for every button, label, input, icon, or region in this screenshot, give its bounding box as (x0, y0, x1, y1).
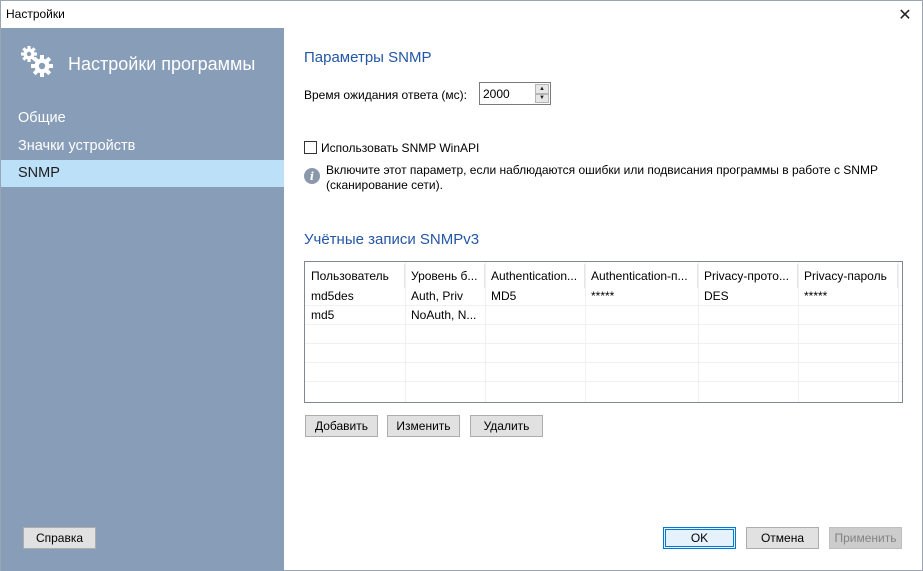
row-divider (305, 343, 902, 344)
column-header-privacy-protocol[interactable]: Privacy-прото... (698, 264, 798, 288)
snmp-section-title: Параметры SNMP (304, 49, 432, 66)
column-header-user[interactable]: Пользователь (305, 264, 405, 288)
table-cell: Auth, Priv (411, 289, 464, 303)
cancel-button[interactable]: Отмена (746, 527, 819, 549)
settings-window: Настройки ✕ Настройки программы Общие Зн… (0, 0, 923, 571)
table-cell: md5des (311, 289, 354, 303)
info-text-line: (сканирование сети). (326, 178, 443, 192)
sidebar-item-label: SNMP (18, 165, 60, 181)
column-header-privacy-password[interactable]: Privacy-пароль (798, 264, 898, 288)
spin-buttons: ▲ ▼ (535, 84, 549, 103)
sidebar-title: Настройки программы (68, 54, 256, 74)
column-header-level[interactable]: Уровень б... (405, 264, 485, 288)
row-divider (305, 381, 902, 382)
sidebar-header: Настройки программы (18, 44, 284, 84)
spin-down-icon[interactable]: ▼ (535, 93, 549, 103)
table-cell: md5 (311, 308, 335, 322)
info-text-line: Включите этот параметр, если наблюдаются… (326, 163, 878, 177)
add-account-button[interactable]: Добавить (305, 415, 378, 437)
sidebar: Настройки программы Общие Значки устройс… (1, 28, 284, 571)
accounts-table[interactable]: Пользователь Уровень б... Authentication… (304, 261, 903, 403)
table-cell: NoAuth, N... (411, 308, 477, 322)
row-divider (305, 362, 902, 363)
winapi-checkbox[interactable] (304, 141, 317, 154)
sidebar-item-general[interactable]: Общие (1, 105, 284, 132)
apply-button[interactable]: Применить (829, 527, 902, 549)
sidebar-item-device-icons[interactable]: Значки устройств (1, 133, 284, 160)
delete-account-button[interactable]: Удалить (470, 415, 543, 437)
table-cell (698, 306, 798, 325)
table-cell (585, 306, 698, 325)
ok-button[interactable]: OK (663, 527, 736, 549)
title-bar: Настройки ✕ (1, 1, 922, 28)
table-cell (485, 306, 585, 325)
timeout-label: Время ожидания ответа (мс): (304, 88, 467, 102)
table-cell (798, 306, 898, 325)
gear-icon (18, 44, 58, 84)
info-text: Включите этот параметр, если наблюдаются… (326, 163, 896, 193)
close-icon[interactable]: ✕ (888, 1, 922, 28)
winapi-checkbox-label[interactable]: Использовать SNMP WinAPI (321, 141, 479, 155)
table-cell: MD5 (491, 289, 517, 303)
column-header-auth-protocol[interactable]: Authentication... (485, 264, 585, 288)
sidebar-item-snmp[interactable]: SNMP (1, 160, 284, 187)
spin-up-icon[interactable]: ▲ (535, 84, 549, 94)
table-cell: ***** (804, 289, 828, 303)
help-button[interactable]: Справка (23, 527, 96, 549)
edit-account-button[interactable]: Изменить (387, 415, 460, 437)
sidebar-item-label: Значки устройств (18, 138, 136, 154)
sidebar-item-label: Общие (18, 110, 66, 126)
table-cell: ***** (591, 289, 615, 303)
table-cell: DES (704, 289, 729, 303)
accounts-section-title: Учётные записи SNMPv3 (304, 231, 480, 248)
timeout-value[interactable]: 2000 (483, 87, 510, 101)
column-header-auth-password[interactable]: Authentication-п... (585, 264, 698, 288)
window-title: Настройки (6, 7, 65, 21)
info-icon: i (304, 168, 320, 184)
timeout-spinbox[interactable]: 2000 ▲ ▼ (479, 82, 551, 105)
